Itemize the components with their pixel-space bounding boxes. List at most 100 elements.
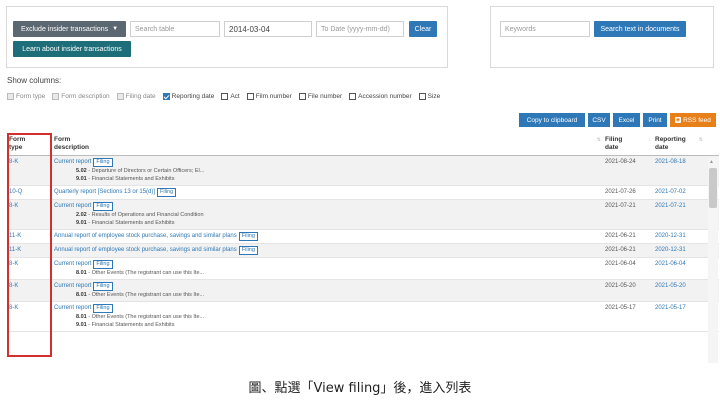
col-opt-film-number[interactable]: Film number [246,93,292,100]
header-form-description[interactable]: Form ⇅ description [52,133,603,156]
form-description-link[interactable]: Current report [54,305,91,311]
clear-button[interactable]: Clear [409,21,437,37]
checkbox-icon [116,93,124,100]
header-reporting-date[interactable]: Reporting ⇅ date [653,133,705,156]
filing-badge[interactable]: Filing [238,246,258,255]
table-row[interactable]: 10-Q Quarterly report [Sections 13 or 15(… [7,185,719,200]
filing-item: 2.02 - Results of Operations and Financi… [54,211,601,219]
col-opt-form-type[interactable]: Form type [7,93,45,100]
form-description-cell: Current report Filing 8.01 - Other Events … [52,301,603,332]
form-description-link[interactable]: Annual report of employee stock purchase… [54,247,237,253]
filings-table: Form type Form ⇅ description Filing ↓ date Re… [7,133,719,332]
filing-item: 8.01 - Other Events (The registrant can … [54,313,601,321]
item-code: 9.01 [76,220,87,226]
table-row[interactable]: 11-K Annual report of employee stock purc… [7,229,719,244]
table-row[interactable]: 11-K Annual report of employee stock purc… [7,243,719,258]
caret-down-icon: ▼ [112,26,119,32]
col-opt-size[interactable]: Size [418,93,440,100]
reporting-date-cell: 2021-08-18 [653,155,705,186]
reporting-date-cell: 2021-05-20 [653,279,705,302]
exclude-insider-button[interactable]: Exclude insider transactions ▼ [13,21,126,37]
filing-badge[interactable]: Filing [93,202,113,211]
filing-item: 5.02 - Departure of Directors or Certain… [54,167,601,175]
filing-item: 9.01 - Financial Statements and Exhibits [54,219,601,227]
filing-date-cell: 2021-07-21 [603,199,653,230]
checkbox-icon [246,93,254,100]
table-row[interactable]: 8-K Current report Filing 5.02 - Departure … [7,155,719,186]
form-description-cell: Annual report of employee stock purchase… [52,229,603,244]
form-type-cell: 8-K [7,279,52,302]
filing-date-cell: 2021-05-20 [603,279,653,302]
table-row[interactable]: 8-K Current report Filing 8.01 - Other Even… [7,301,719,332]
col-opt-reporting-date[interactable]: Reporting date [162,93,214,100]
form-description-link[interactable]: Current report [54,261,91,267]
search-documents-button[interactable]: Search text in documents [594,21,686,37]
table-header-row: Form type Form ⇅ description Filing ↓ date Re… [7,133,719,156]
filing-badge[interactable]: Filing [157,188,177,197]
form-description-link[interactable]: Current report [54,283,91,289]
item-code: 9.01 [76,176,87,182]
search-table-input[interactable]: Search table [130,21,220,37]
filing-badge[interactable]: Filing [238,232,258,241]
keywords-input[interactable]: Keywords [500,21,590,37]
item-code: 2.02 [76,212,87,218]
sort-icon: ⇅ [698,137,703,143]
table-row[interactable]: 8-K Current report Filing 8.01 - Other Even… [7,257,719,280]
form-description-link[interactable]: Quarterly report [Sections 13 or 15(d)] [54,189,155,195]
item-text: - Departure of Directors or Certain Offi… [88,168,205,174]
filing-date-cell: 2021-06-21 [603,243,653,258]
form-description-cell: Current report Filing 8.01 - Other Events … [52,279,603,302]
filing-item: 9.01 - Financial Statements and Exhibits [54,321,601,329]
header-filing-date[interactable]: Filing ↓ date [603,133,653,156]
item-code: 8.01 [76,270,87,276]
item-text: - Other Events (The registrant can use t… [88,270,205,276]
col-opt-filing-date[interactable]: Filing date [116,93,156,100]
reporting-date-cell: 2020-12-31 [653,229,705,244]
item-code: 8.01 [76,314,87,320]
copy-clipboard-button[interactable]: Copy to clipboard [519,113,585,127]
form-description-link[interactable]: Annual report of employee stock purchase… [54,233,237,239]
excel-button[interactable]: Excel [613,113,640,127]
scrollbar-thumb[interactable] [709,168,717,208]
item-code: 8.01 [76,292,87,298]
exclude-insider-label: Exclude insider transactions [20,25,109,33]
filing-date-cell: 2021-05-17 [603,301,653,332]
col-opt-form-description[interactable]: Form description [52,93,110,100]
print-button[interactable]: Print [643,113,667,127]
col-opt-act[interactable]: Act [221,93,240,100]
header-form-type[interactable]: Form type [7,133,52,156]
form-type-cell: 11-K [7,229,52,244]
table-row[interactable]: 8-K Current report Filing 8.01 - Other Even… [7,279,719,302]
checkbox-icon [418,93,426,100]
filing-item: 8.01 - Other Events (The registrant can … [54,269,601,277]
item-text: - Other Events (The registrant can use t… [88,314,205,320]
form-type-cell: 10-Q [7,185,52,200]
learn-insider-button[interactable]: Learn about insider transactions [13,41,131,57]
table-row[interactable]: 8-K Current report Filing 2.02 - Results of… [7,199,719,230]
scroll-up-icon[interactable]: ▲ [709,159,714,165]
col-opt-accession-number[interactable]: Accession number [349,93,412,100]
form-description-link[interactable]: Current report [54,203,91,209]
csv-button[interactable]: CSV [588,113,610,127]
keyword-panel [490,6,714,68]
form-description-link[interactable]: Current report [54,159,91,165]
reporting-date-cell: 2021-06-04 [653,257,705,280]
filing-badge[interactable]: Filing [93,304,113,313]
column-options: Form type Form description Filing date R… [7,93,440,100]
item-text: - Financial Statements and Exhibits [88,176,175,182]
reporting-date-cell: 2021-07-02 [653,185,705,200]
to-date-input[interactable]: To Date (yyyy-mm-dd) [316,21,404,37]
from-date-input[interactable]: 2014-03-04 [224,21,312,37]
filing-badge[interactable]: Filing [93,260,113,269]
checkbox-icon [221,93,229,100]
filing-item: 8.01 - Other Events (The registrant can … [54,291,601,299]
col-opt-file-number[interactable]: File number [298,93,342,100]
filing-badge[interactable]: Filing [93,158,113,167]
rss-feed-button[interactable]: ◉ RSS feed [670,113,716,127]
form-description-cell: Current report Filing 2.02 - Results of Op… [52,199,603,230]
form-type-cell: 8-K [7,155,52,186]
item-text: - Other Events (The registrant can use t… [88,292,205,298]
form-description-cell: Current report Filing 5.02 - Departure of … [52,155,603,186]
form-type-cell: 8-K [7,301,52,332]
filing-badge[interactable]: Filing [93,282,113,291]
